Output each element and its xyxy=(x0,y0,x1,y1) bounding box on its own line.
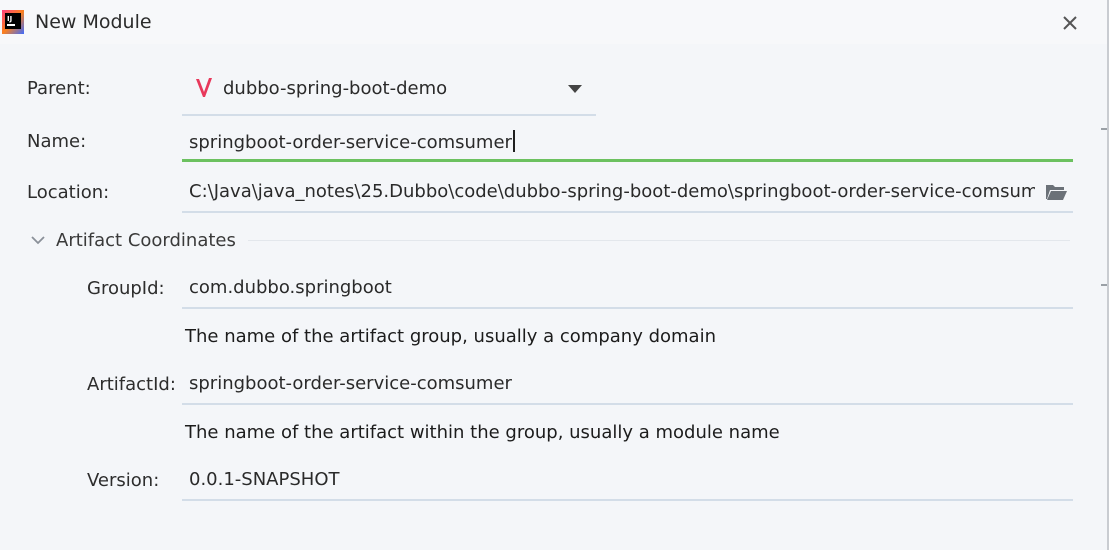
folder-open-icon[interactable] xyxy=(1044,181,1068,203)
name-value: springboot-order-service-comsumer xyxy=(189,132,512,153)
name-input-text: springboot-order-service-comsumer xyxy=(189,130,515,153)
groupid-input[interactable]: com.dubbo.springboot xyxy=(182,271,1073,309)
name-label: Name: xyxy=(27,131,87,152)
location-value: C:\Java\java_notes\25.Dubbo\code\dubbo-s… xyxy=(189,181,1035,202)
new-module-dialog: IJ New Module Parent: dubbo-spring-boot-… xyxy=(0,0,1109,550)
svg-text:IJ: IJ xyxy=(7,15,12,23)
text-caret xyxy=(512,130,515,152)
location-input[interactable]: C:\Java\java_notes\25.Dubbo\code\dubbo-s… xyxy=(182,175,1073,213)
version-input[interactable]: 0.0.1-SNAPSHOT xyxy=(182,463,1073,501)
dialog-title: New Module xyxy=(35,11,152,33)
artifactid-hint: The name of the artifact within the grou… xyxy=(185,422,780,443)
version-value: 0.0.1-SNAPSHOT xyxy=(189,469,340,490)
edge-mark xyxy=(1101,284,1107,286)
title-bar: IJ New Module xyxy=(0,0,1107,44)
groupid-value: com.dubbo.springboot xyxy=(189,277,392,298)
parent-label: Parent: xyxy=(27,78,91,99)
chevron-down-icon[interactable] xyxy=(568,85,582,93)
artifact-section-title[interactable]: Artifact Coordinates xyxy=(56,230,236,251)
parent-dropdown[interactable]: dubbo-spring-boot-demo xyxy=(182,67,596,116)
edge-mark xyxy=(1101,128,1107,130)
parent-value: dubbo-spring-boot-demo xyxy=(223,78,448,99)
groupid-hint: The name of the artifact group, usually … xyxy=(185,326,716,347)
section-divider xyxy=(248,240,1070,241)
artifactid-input[interactable]: springboot-order-service-comsumer xyxy=(182,367,1073,405)
artifactid-value: springboot-order-service-comsumer xyxy=(189,373,512,394)
maven-icon xyxy=(196,78,212,97)
close-icon[interactable] xyxy=(1058,11,1082,35)
version-label: Version: xyxy=(87,470,160,491)
collapse-chevron-icon[interactable] xyxy=(30,233,46,247)
groupid-label: GroupId: xyxy=(87,278,165,299)
name-input[interactable]: springboot-order-service-comsumer xyxy=(182,124,1073,162)
artifactid-label: ArtifactId: xyxy=(87,374,176,395)
intellij-idea-icon: IJ xyxy=(2,10,24,34)
location-label: Location: xyxy=(27,182,110,203)
